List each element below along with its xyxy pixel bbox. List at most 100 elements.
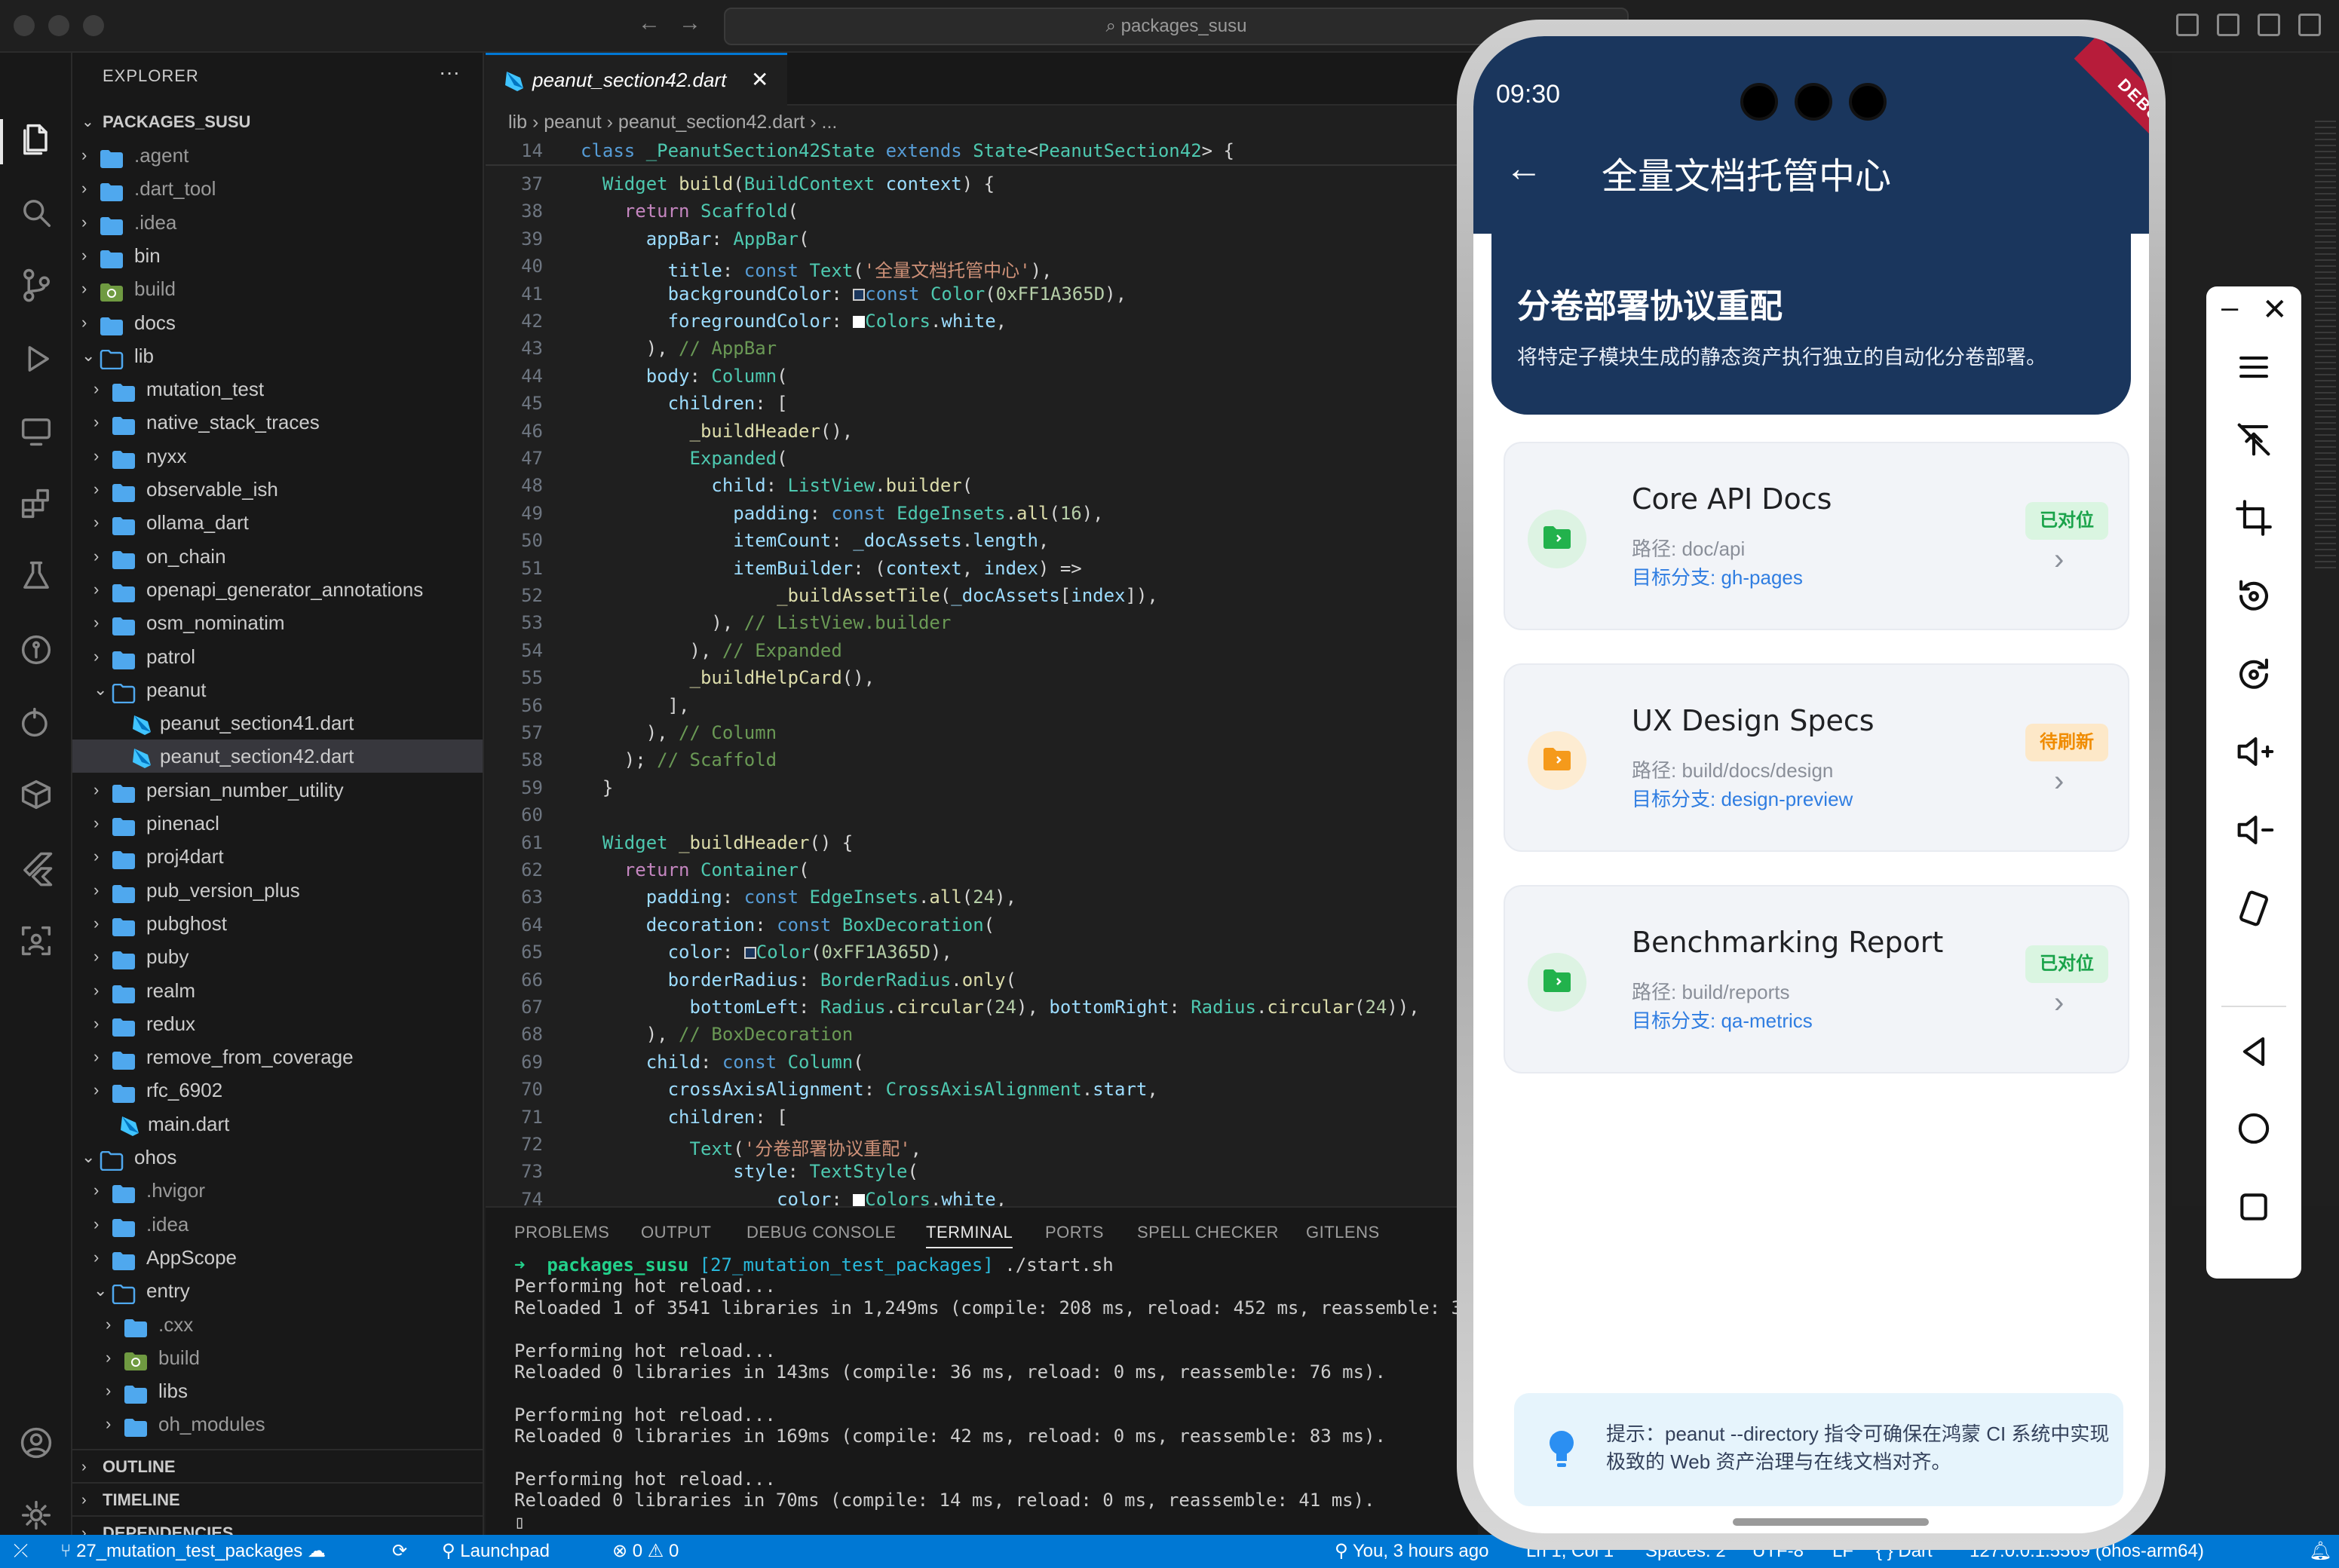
folder-item[interactable]: › oh_modules: [72, 1407, 483, 1441]
problems-status[interactable]: ⊗ 0 ⚠ 0: [612, 1535, 679, 1568]
chevron-right-icon[interactable]: ›: [2054, 986, 2064, 1020]
nav-back-icon[interactable]: [2232, 1030, 2276, 1073]
git-blame-status[interactable]: ⚲ You, 3 hours ago: [1335, 1535, 1488, 1568]
folder-item[interactable]: › observable_ish: [72, 473, 483, 506]
timeline-section[interactable]: › TIMELINE: [72, 1482, 483, 1515]
toggle-panel-icon[interactable]: [2258, 14, 2280, 36]
folder-item[interactable]: › persian_number_utility: [72, 773, 483, 807]
chevron-right-icon[interactable]: ›: [2054, 543, 2064, 577]
crop-icon[interactable]: [2232, 496, 2276, 540]
folder-item[interactable]: › osm_nominatim: [72, 606, 483, 639]
tab-problems[interactable]: PROBLEMS: [514, 1223, 609, 1242]
volume-down-icon[interactable]: [2232, 808, 2276, 852]
folder-item[interactable]: ⌄ entry: [72, 1274, 483, 1307]
folder-item[interactable]: › rfc_6902: [72, 1073, 483, 1107]
nav-home-icon[interactable]: [2232, 1107, 2276, 1150]
folder-item[interactable]: › .agent: [72, 139, 483, 172]
folder-item[interactable]: › .cxx: [72, 1308, 483, 1341]
gitlens-inspect-icon[interactable]: [17, 703, 56, 742]
breadcrumb[interactable]: lib › peanut › peanut_section42.dart › .…: [508, 112, 837, 133]
asset-card[interactable]: UX Design Specs 路径: build/docs/design 目标分支…: [1504, 663, 2129, 852]
back-arrow-icon[interactable]: ←: [638, 11, 661, 36]
folder-item[interactable]: › patrol: [72, 640, 483, 673]
tab-gitlens[interactable]: GITLENS: [1306, 1223, 1380, 1242]
folder-item[interactable]: › native_stack_traces: [72, 406, 483, 439]
toggle-secondary-sidebar-icon[interactable]: [2298, 14, 2321, 36]
folder-item[interactable]: ⌄ ohos: [72, 1141, 483, 1174]
folder-item[interactable]: › .idea: [72, 1208, 483, 1241]
root-folder-header[interactable]: ⌄ PACKAGES_SUSU: [72, 106, 483, 139]
outline-section[interactable]: › OUTLINE: [72, 1449, 483, 1482]
minimize-window-button[interactable]: [48, 15, 69, 36]
folder-item[interactable]: › ollama_dart: [72, 506, 483, 539]
folder-item[interactable]: › remove_from_coverage: [72, 1040, 483, 1073]
code-area[interactable]: 37 Widget build(BuildContext context) {3…: [486, 173, 1478, 1206]
branch-status[interactable]: ⑂ 27_mutation_test_packages ☁: [60, 1535, 326, 1568]
settings-gear-icon[interactable]: [17, 1496, 56, 1535]
volume-up-icon[interactable]: [2232, 730, 2276, 773]
folder-item[interactable]: › .idea: [72, 206, 483, 239]
folder-item[interactable]: › .hvigor: [72, 1174, 483, 1207]
tab-close-icon[interactable]: ✕: [751, 67, 768, 92]
file-item[interactable]: peanut_section42.dart: [72, 740, 483, 773]
folder-item[interactable]: › libs: [72, 1374, 483, 1407]
folder-item[interactable]: › realm: [72, 974, 483, 1007]
asset-card[interactable]: Benchmarking Report 路径: build/reports 目标分支…: [1504, 885, 2129, 1073]
folder-item[interactable]: › pubghost: [72, 907, 483, 940]
folder-item[interactable]: › openapi_generator_annotations: [72, 573, 483, 606]
home-indicator[interactable]: [1733, 1518, 1929, 1526]
zoom-window-button[interactable]: [83, 15, 104, 36]
scan-icon[interactable]: [17, 921, 56, 960]
folder-item[interactable]: › puby: [72, 940, 483, 973]
testing-icon[interactable]: [17, 556, 56, 596]
folder-item[interactable]: › pinenacl: [72, 807, 483, 840]
explorer-icon[interactable]: [17, 119, 56, 158]
asset-card[interactable]: Core API Docs 路径: doc/api 目标分支: gh-pages 已对…: [1504, 442, 2129, 630]
close-icon[interactable]: ✕: [2262, 292, 2288, 327]
folder-item[interactable]: › build: [72, 272, 483, 305]
pin-top-icon[interactable]: [2232, 418, 2276, 461]
extensions-icon[interactable]: [17, 484, 56, 523]
run-debug-icon[interactable]: [17, 339, 56, 378]
rotate-icon[interactable]: [2232, 574, 2276, 618]
tab-spell-checker[interactable]: SPELL CHECKER: [1137, 1223, 1279, 1242]
toggle-sidebar-icon[interactable]: [2217, 14, 2239, 36]
sticky-scroll-line[interactable]: 14 class _PeanutSection42State extends S…: [486, 136, 1478, 166]
minimap[interactable]: [2315, 121, 2336, 573]
launchpad-status[interactable]: ⚲ Launchpad: [442, 1535, 550, 1568]
folder-item[interactable]: › proj4dart: [72, 840, 483, 873]
minimize-icon[interactable]: –: [2221, 291, 2238, 325]
customize-layout-icon[interactable]: [2176, 14, 2199, 36]
flutter-icon[interactable]: [17, 849, 56, 888]
folder-item[interactable]: › on_chain: [72, 540, 483, 573]
folder-item[interactable]: ⌄ lib: [72, 339, 483, 372]
remote-indicator-icon[interactable]: ⤫: [14, 1535, 28, 1568]
sync-icon[interactable]: ⟳: [392, 1535, 407, 1568]
folder-item[interactable]: ⌄ peanut: [72, 673, 483, 706]
gitlens-icon[interactable]: [17, 630, 56, 669]
more-actions-icon[interactable]: ···: [439, 60, 460, 84]
search-icon[interactable]: [17, 193, 56, 232]
tab-ports[interactable]: PORTS: [1045, 1223, 1104, 1242]
tab-terminal[interactable]: TERMINAL: [926, 1223, 1013, 1248]
folder-item[interactable]: › pub_version_plus: [72, 874, 483, 907]
screenshot-icon[interactable]: [2232, 653, 2276, 697]
folder-item[interactable]: › docs: [72, 306, 483, 339]
tab-output[interactable]: OUTPUT: [641, 1223, 711, 1242]
forward-arrow-icon[interactable]: →: [679, 11, 701, 36]
folder-item[interactable]: › bin: [72, 239, 483, 272]
file-item[interactable]: peanut_section41.dart: [72, 706, 483, 740]
remote-explorer-icon[interactable]: [17, 412, 56, 451]
containers-icon[interactable]: [17, 775, 56, 814]
menu-icon[interactable]: [2232, 345, 2276, 389]
tab-debug-console[interactable]: DEBUG CONSOLE: [746, 1223, 896, 1242]
account-icon[interactable]: [17, 1423, 56, 1462]
folder-item[interactable]: › nyxx: [72, 439, 483, 473]
folder-item[interactable]: › .dart_tool: [72, 172, 483, 205]
dependencies-section[interactable]: › DEPENDENCIES: [72, 1515, 483, 1535]
folder-item[interactable]: › redux: [72, 1007, 483, 1040]
folder-item[interactable]: › build: [72, 1341, 483, 1374]
terminal-output[interactable]: ➜ packages_susu [27_mutation_test_packag…: [514, 1254, 1494, 1533]
chevron-right-icon[interactable]: ›: [2054, 764, 2064, 798]
nav-recents-icon[interactable]: [2232, 1185, 2276, 1229]
